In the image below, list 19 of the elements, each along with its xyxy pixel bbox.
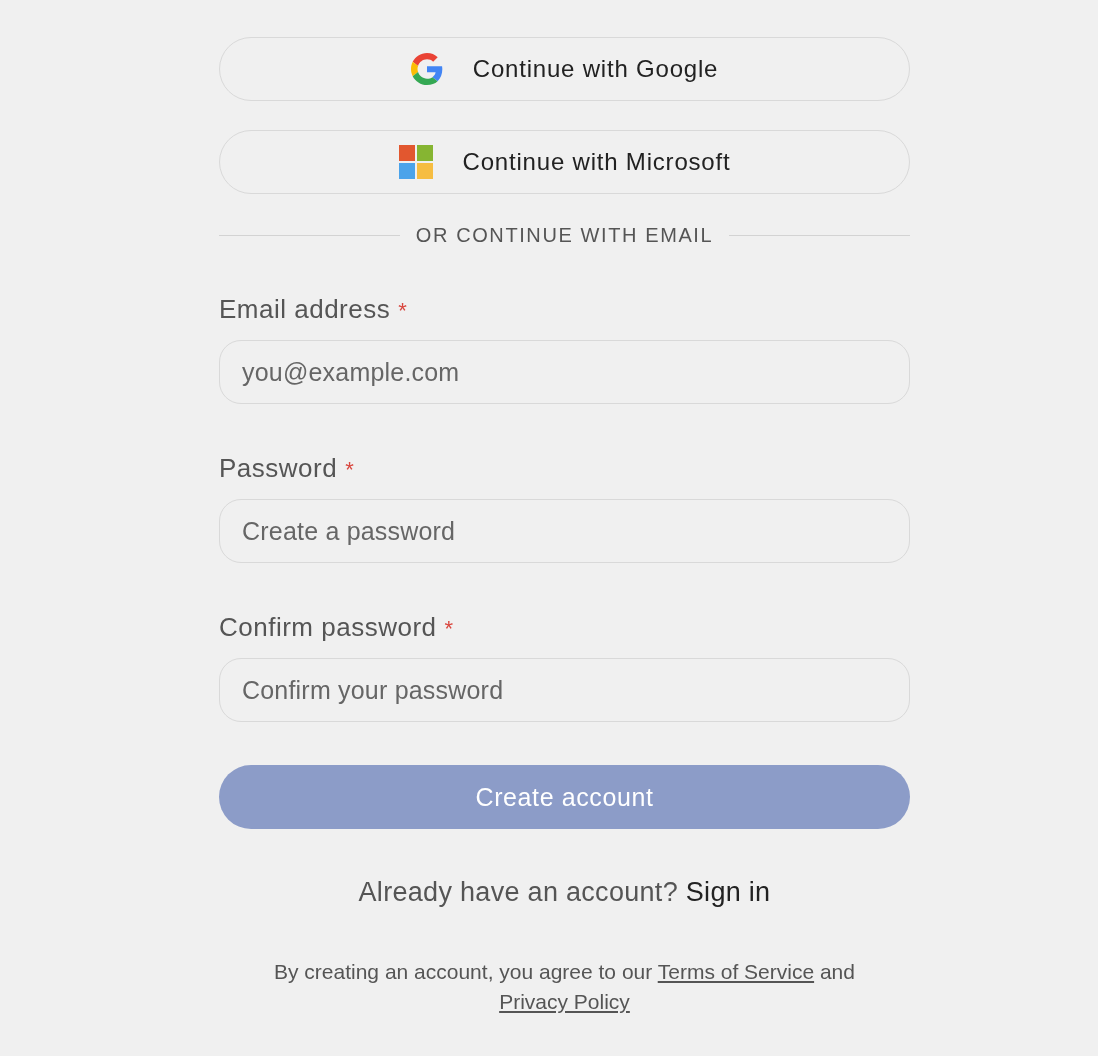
sso-button[interactable]: Continue with Microsoft [219, 130, 910, 194]
signin-prompt: Already have an account? Sign in [358, 876, 771, 908]
terms-text: By creating an account, you agree to our Terms of Service and Privacy Policy [273, 959, 856, 1015]
field-label: Email address [219, 294, 391, 324]
microsoft-logo-icon [398, 145, 433, 179]
sign-in-link[interactable]: Sign in [685, 877, 771, 907]
input-field[interactable]: Confirm your password [219, 658, 910, 722]
input-field[interactable]: Create a password [219, 499, 910, 563]
sso-button[interactable]: Continue with Google [219, 37, 910, 101]
required-mark: * [444, 615, 454, 643]
field-label: Confirm password [219, 612, 437, 642]
required-mark: * [398, 297, 407, 325]
input-field[interactable]: you@example.com [219, 340, 910, 404]
divider-label: OR CONTINUE WITH EMAIL [415, 223, 714, 247]
terms-link[interactable]: Terms of Service [657, 960, 815, 983]
required-mark: * [345, 456, 354, 484]
field-label: Password [219, 453, 338, 483]
terms-link[interactable]: Privacy Policy [499, 990, 630, 1013]
google-logo-icon [410, 53, 443, 85]
